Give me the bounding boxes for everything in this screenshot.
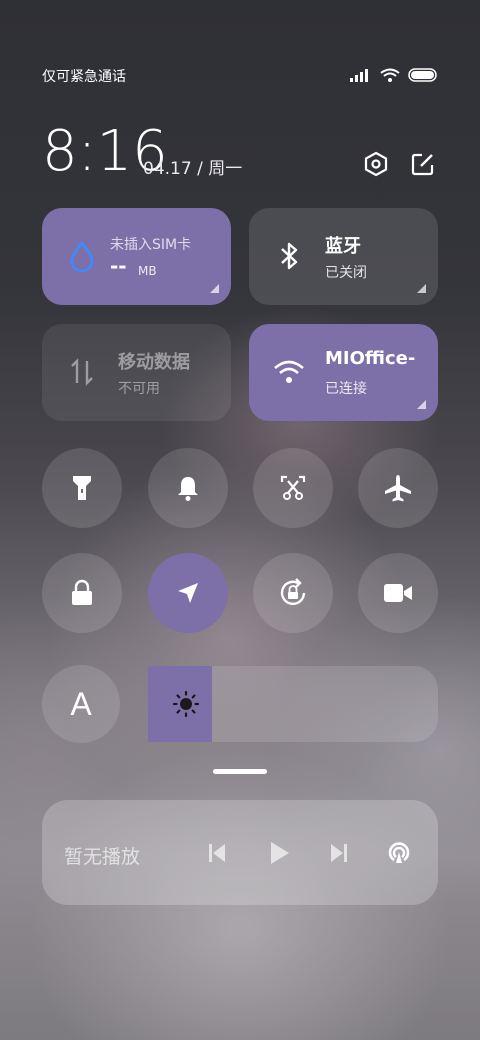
sun-icon	[172, 690, 200, 718]
bluetooth-tile[interactable]: 蓝牙 已关闭	[249, 208, 438, 305]
font-size-label: A	[70, 685, 92, 722]
sim-status-label: 未插入SIM卡	[110, 237, 192, 253]
mobile-data-title: 移动数据	[118, 352, 190, 373]
water-drop-icon	[66, 240, 98, 272]
media-player-card: 暂无播放	[42, 800, 438, 905]
edit-button[interactable]	[409, 150, 437, 178]
previous-icon	[209, 844, 225, 862]
date: 04.17 / 周一	[143, 159, 243, 179]
rotation-lock-icon	[280, 578, 306, 605]
airplane-icon	[385, 475, 411, 502]
flashlight-toggle[interactable]	[42, 448, 122, 528]
play-button[interactable]	[264, 838, 294, 868]
wifi-icon	[380, 68, 400, 82]
data-usage-value: --	[110, 254, 127, 278]
status-icons	[350, 68, 438, 82]
media-status-label: 暂无播放	[64, 846, 141, 868]
bluetooth-icon	[273, 240, 305, 272]
lock-toggle[interactable]	[42, 553, 122, 633]
video-camera-icon	[384, 584, 412, 602]
next-button[interactable]	[324, 838, 354, 868]
lock-icon	[72, 579, 92, 605]
brightness-slider[interactable]	[148, 666, 438, 742]
rotation-lock-toggle[interactable]	[253, 553, 333, 633]
mobile-data-status: 不可用	[118, 381, 160, 397]
previous-button[interactable]	[202, 838, 232, 868]
airplane-toggle[interactable]	[358, 448, 438, 528]
carrier-text: 仅可紧急通话	[42, 69, 126, 85]
location-arrow-icon	[178, 583, 198, 603]
wifi-tile[interactable]: MIOffice- 已连接	[249, 324, 438, 421]
bell-toggle[interactable]	[148, 448, 228, 528]
settings-button[interactable]	[362, 150, 390, 178]
cast-button[interactable]	[384, 838, 414, 868]
expand-corner-icon	[417, 284, 426, 293]
panel-drag-handle[interactable]	[213, 769, 267, 774]
cast-icon	[388, 842, 410, 863]
next-icon	[331, 844, 347, 862]
font-size-toggle[interactable]: A	[42, 665, 120, 743]
play-icon	[271, 842, 289, 864]
screenshot-scissors-icon	[280, 475, 306, 500]
signal-icon	[350, 69, 368, 82]
video-toggle[interactable]	[358, 553, 438, 633]
settings-icon	[364, 151, 388, 177]
edit-icon	[411, 153, 434, 176]
battery-icon	[408, 68, 437, 82]
status-bar: 仅可紧急通话	[42, 64, 438, 88]
wifi-status: 已连接	[325, 381, 367, 397]
location-toggle[interactable]	[148, 553, 228, 633]
screenshot-toggle[interactable]	[253, 448, 333, 528]
wifi-icon	[273, 356, 305, 388]
bell-icon	[178, 477, 198, 501]
sim-data-tile[interactable]: 未插入SIM卡 -- MB	[42, 208, 231, 305]
mobile-data-tile[interactable]: 移动数据 不可用	[42, 324, 231, 421]
expand-corner-icon	[417, 400, 426, 409]
data-usage-unit: MB	[138, 264, 157, 278]
expand-corner-icon	[210, 284, 219, 293]
flashlight-icon	[73, 476, 91, 500]
data-arrows-icon	[66, 356, 98, 388]
bluetooth-title: 蓝牙	[325, 236, 361, 257]
wifi-network-name: MIOffice-	[325, 348, 416, 369]
bluetooth-status: 已关闭	[325, 265, 367, 281]
